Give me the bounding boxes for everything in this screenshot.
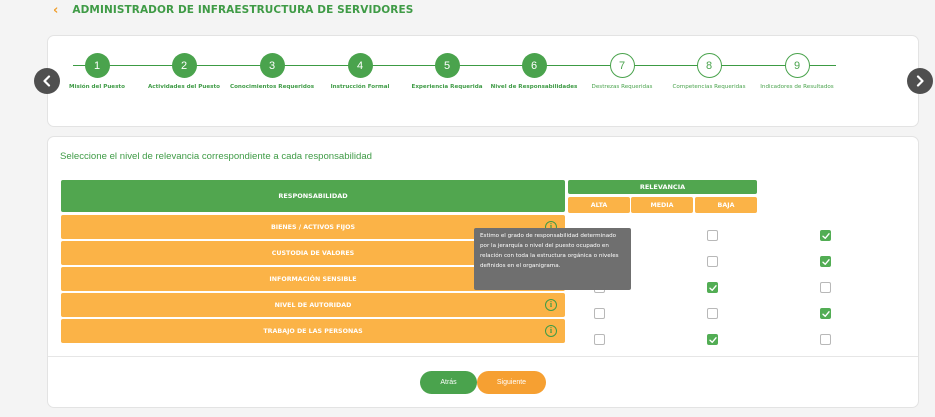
step-label: Misión del Puesto — [69, 84, 125, 90]
info-icon[interactable]: i — [545, 325, 557, 337]
chevron-right-icon — [916, 75, 924, 87]
column-alta: ALTA — [568, 197, 630, 213]
checkmark-icon — [709, 285, 717, 291]
step-4[interactable]: 4 Instrucción Formal — [315, 53, 405, 91]
step-1[interactable]: 1 Misión del Puesto — [52, 53, 142, 91]
checkbox-media[interactable] — [707, 308, 718, 319]
checkbox-media[interactable] — [707, 282, 718, 293]
step-label: Competencias Requeridas — [672, 84, 746, 90]
page-header: ‹ ADMINISTRADOR DE INFRAESTRUCTURA DE SE… — [53, 3, 413, 17]
info-tooltip: Estimo el grado de responsabilidad deter… — [474, 228, 631, 290]
step-8[interactable]: 8 Competencias Requeridas — [664, 53, 754, 91]
stepper-next-button[interactable] — [907, 68, 933, 94]
step-6[interactable]: 6 Nivel de Responsabilidades — [489, 53, 579, 91]
step-5[interactable]: 5 Experiencia Requerida — [402, 53, 492, 91]
responsibility-header: RESPONSABILIDAD — [61, 180, 565, 212]
step-number: 7 — [609, 53, 635, 78]
step-3[interactable]: 3 Conocimientos Requeridos — [227, 53, 317, 91]
checkbox-alta[interactable] — [594, 308, 605, 319]
step-number: 1 — [84, 53, 110, 78]
step-9[interactable]: 9 Indicadores de Resultados — [752, 53, 842, 91]
next-button[interactable]: Siguiente — [477, 371, 546, 394]
checkbox-media[interactable] — [707, 230, 718, 241]
step-label: Experiencia Requerida — [411, 84, 483, 90]
checkmark-icon — [822, 233, 830, 239]
row-label: NIVEL DE AUTORIDAD — [274, 301, 352, 309]
step-number: 2 — [171, 53, 197, 78]
column-media: MEDIA — [631, 197, 693, 213]
step-label: Destrezas Requeridas — [591, 84, 653, 90]
row-label: CUSTODIA DE VALORES — [271, 249, 355, 257]
column-baja: BAJA — [695, 197, 757, 213]
checkbox-baja[interactable] — [820, 230, 831, 241]
back-button[interactable]: Atrás — [420, 371, 477, 394]
step-number: 9 — [784, 53, 810, 78]
checkbox-media[interactable] — [707, 334, 718, 345]
step-label: Nivel de Responsabilidades — [490, 84, 578, 90]
footer-divider — [48, 356, 918, 357]
relevance-header: RELEVANCIA — [568, 180, 757, 194]
row-label: TRABAJO DE LAS PERSONAS — [263, 327, 363, 335]
step-label: Conocimientos Requeridos — [229, 84, 315, 90]
step-number: 5 — [434, 53, 460, 78]
checkbox-baja[interactable] — [820, 256, 831, 267]
step-label: Indicadores de Resultados — [760, 84, 834, 90]
step-number: 4 — [347, 53, 373, 78]
step-number: 3 — [259, 53, 285, 78]
checkbox-baja[interactable] — [820, 282, 831, 293]
checkmark-icon — [822, 259, 830, 265]
checkmark-icon — [709, 337, 717, 343]
back-chevron-icon[interactable]: ‹ — [53, 4, 58, 17]
responsibility-row: NIVEL DE AUTORIDAD i — [61, 293, 565, 317]
step-label: Actividades del Puesto — [147, 84, 221, 90]
step-number: 6 — [521, 53, 547, 78]
step-label: Instrucción Formal — [330, 84, 390, 90]
responsibility-row: TRABAJO DE LAS PERSONAS i — [61, 319, 565, 343]
row-label: INFORMACIÓN SENSIBLE — [269, 275, 357, 283]
checkbox-media[interactable] — [707, 256, 718, 267]
step-7[interactable]: 7 Destrezas Requeridas — [577, 53, 667, 91]
checkbox-baja[interactable] — [820, 308, 831, 319]
step-2[interactable]: 2 Actividades del Puesto — [139, 53, 229, 91]
info-icon[interactable]: i — [545, 299, 557, 311]
checkbox-alta[interactable] — [594, 334, 605, 345]
checkbox-baja[interactable] — [820, 334, 831, 345]
row-label: BIENES / ACTIVOS FIJOS — [270, 223, 356, 231]
step-number: 8 — [696, 53, 722, 78]
instruction-text: Seleccione el nivel de relevancia corres… — [60, 151, 372, 162]
page-title: ADMINISTRADOR DE INFRAESTRUCTURA DE SERV… — [72, 4, 414, 16]
checkmark-icon — [822, 311, 830, 317]
